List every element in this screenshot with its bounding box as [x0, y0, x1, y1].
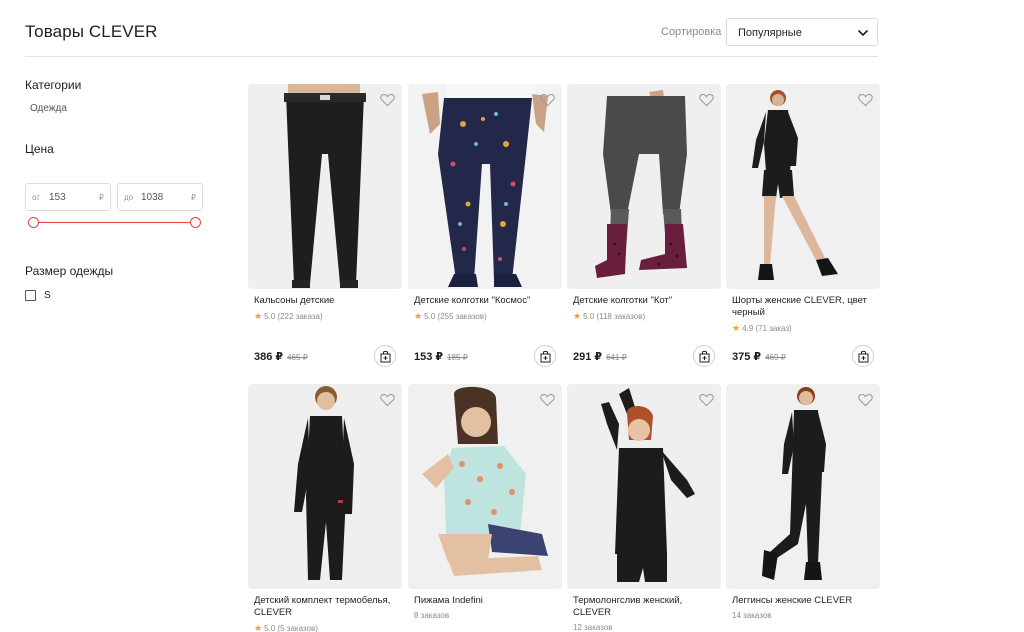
product-image[interactable]	[408, 384, 562, 589]
product-image[interactable]	[248, 84, 402, 289]
price-range-track	[33, 222, 195, 223]
rating-value: 4.9	[742, 324, 754, 333]
size-checkbox-s[interactable]	[25, 290, 36, 301]
product-image[interactable]	[567, 384, 721, 589]
rating-value: 5.0	[424, 312, 436, 321]
product-photo	[248, 84, 402, 289]
currency-sign: ₽	[98, 193, 104, 202]
orders-count: (255 заказов)	[437, 312, 487, 321]
product-photo	[567, 84, 721, 289]
current-price: 153 ₽	[414, 351, 444, 363]
product-image[interactable]	[567, 84, 721, 289]
old-price: 641 ₽	[606, 353, 627, 362]
heart-outline-icon[interactable]	[858, 93, 873, 107]
add-to-cart-button[interactable]	[374, 345, 396, 367]
product-photo	[248, 384, 402, 589]
product-image[interactable]	[726, 84, 880, 289]
star-icon: ★	[254, 311, 263, 321]
price-from-prefix: от	[32, 193, 40, 202]
price-from-input[interactable]: от 153 ₽	[25, 183, 111, 211]
orders-count: 12 заказов	[573, 623, 613, 632]
orders-count: 8 заказов	[414, 611, 450, 620]
product-rating: ★ 5.0 (255 заказов)	[414, 311, 487, 322]
product-price: 291 ₽641 ₽	[573, 350, 627, 363]
shopping-bag-add-icon	[699, 350, 710, 363]
add-to-cart-button[interactable]	[693, 345, 715, 367]
old-price: 465 ₽	[287, 353, 308, 362]
heart-outline-icon[interactable]	[540, 393, 555, 407]
product-name[interactable]: Кальсоны детские	[254, 295, 400, 307]
rating-value: 5.0	[264, 312, 276, 321]
product-image[interactable]	[248, 384, 402, 589]
product-name[interactable]: Леггинсы женские CLEVER	[732, 595, 878, 607]
product-name[interactable]: Пижама Indefini	[414, 595, 560, 607]
page-header: Товары CLEVER Сортировка Популярные	[25, 0, 878, 57]
product-rating: ★ 5.0 (222 заказа)	[254, 311, 323, 322]
product-price: 375 ₽469 ₽	[732, 350, 786, 363]
product-name[interactable]: Детский комплект термобелья, CLEVER	[254, 595, 400, 619]
product-photo	[408, 84, 562, 289]
chevron-down-icon	[857, 29, 869, 37]
categories-title: Категории	[25, 78, 82, 92]
sort-select[interactable]: Популярные	[726, 18, 878, 46]
product-name[interactable]: Детские колготки "Кот"	[573, 295, 719, 307]
heart-outline-icon[interactable]	[380, 93, 395, 107]
shopping-bag-add-icon	[540, 350, 551, 363]
product-rating: ★ 5.0 (118 заказов)	[573, 311, 645, 322]
orders-count: (118 заказов)	[596, 312, 646, 321]
price-range-min-handle[interactable]	[28, 217, 39, 228]
product-image[interactable]	[726, 384, 880, 589]
product-rating: ★ 4.9 (71 заказ)	[732, 323, 792, 334]
shopping-bag-add-icon	[380, 350, 391, 363]
page-title: Товары CLEVER	[25, 22, 158, 41]
old-price: 185 ₽	[447, 353, 468, 362]
product-photo	[726, 384, 880, 589]
product-rating: ★ 5.0 (5 заказов)	[254, 623, 318, 632]
price-to-input[interactable]: до 1038 ₽	[117, 183, 203, 211]
star-icon: ★	[414, 311, 423, 321]
orders-count: 14 заказов	[732, 611, 772, 620]
product-photo	[567, 384, 721, 589]
size-option-label: S	[44, 290, 51, 301]
rating-value: 5.0	[583, 312, 595, 321]
product-image[interactable]	[408, 84, 562, 289]
add-to-cart-button[interactable]	[534, 345, 556, 367]
heart-outline-icon[interactable]	[540, 93, 555, 107]
price-to-value: 1038	[141, 192, 164, 203]
current-price: 291 ₽	[573, 351, 603, 363]
star-icon: ★	[732, 323, 741, 333]
category-item-clothing[interactable]: Одежда	[30, 103, 67, 114]
current-price: 375 ₽	[732, 351, 762, 363]
product-name[interactable]: Шорты женские CLEVER, цвет черный	[732, 295, 878, 319]
orders-count: (71 заказ)	[755, 324, 792, 333]
heart-outline-icon[interactable]	[380, 393, 395, 407]
price-to-prefix: до	[124, 193, 134, 202]
shopping-bag-add-icon	[858, 350, 869, 363]
product-price: 153 ₽185 ₽	[414, 350, 468, 363]
old-price: 469 ₽	[765, 353, 786, 362]
orders-count: (5 заказов)	[277, 624, 318, 632]
product-photo	[408, 384, 562, 589]
price-title: Цена	[25, 142, 54, 156]
product-photo	[726, 84, 880, 289]
add-to-cart-button[interactable]	[852, 345, 874, 367]
current-price: 386 ₽	[254, 351, 284, 363]
currency-sign: ₽	[190, 193, 196, 202]
orders-count: (222 заказа)	[277, 312, 323, 321]
heart-outline-icon[interactable]	[699, 93, 714, 107]
product-price: 386 ₽465 ₽	[254, 350, 308, 363]
sort-selected-value: Популярные	[738, 27, 802, 39]
size-title: Размер одежды	[25, 264, 114, 278]
star-icon: ★	[254, 623, 263, 632]
sort-label: Сортировка	[661, 26, 722, 38]
product-name[interactable]: Детские колготки "Космос"	[414, 295, 560, 307]
price-range-max-handle[interactable]	[190, 217, 201, 228]
star-icon: ★	[573, 311, 582, 321]
heart-outline-icon[interactable]	[858, 393, 873, 407]
heart-outline-icon[interactable]	[699, 393, 714, 407]
price-from-value: 153	[49, 192, 66, 203]
product-name[interactable]: Термолонгслив женский, CLEVER	[573, 595, 719, 619]
rating-value: 5.0	[264, 624, 276, 632]
